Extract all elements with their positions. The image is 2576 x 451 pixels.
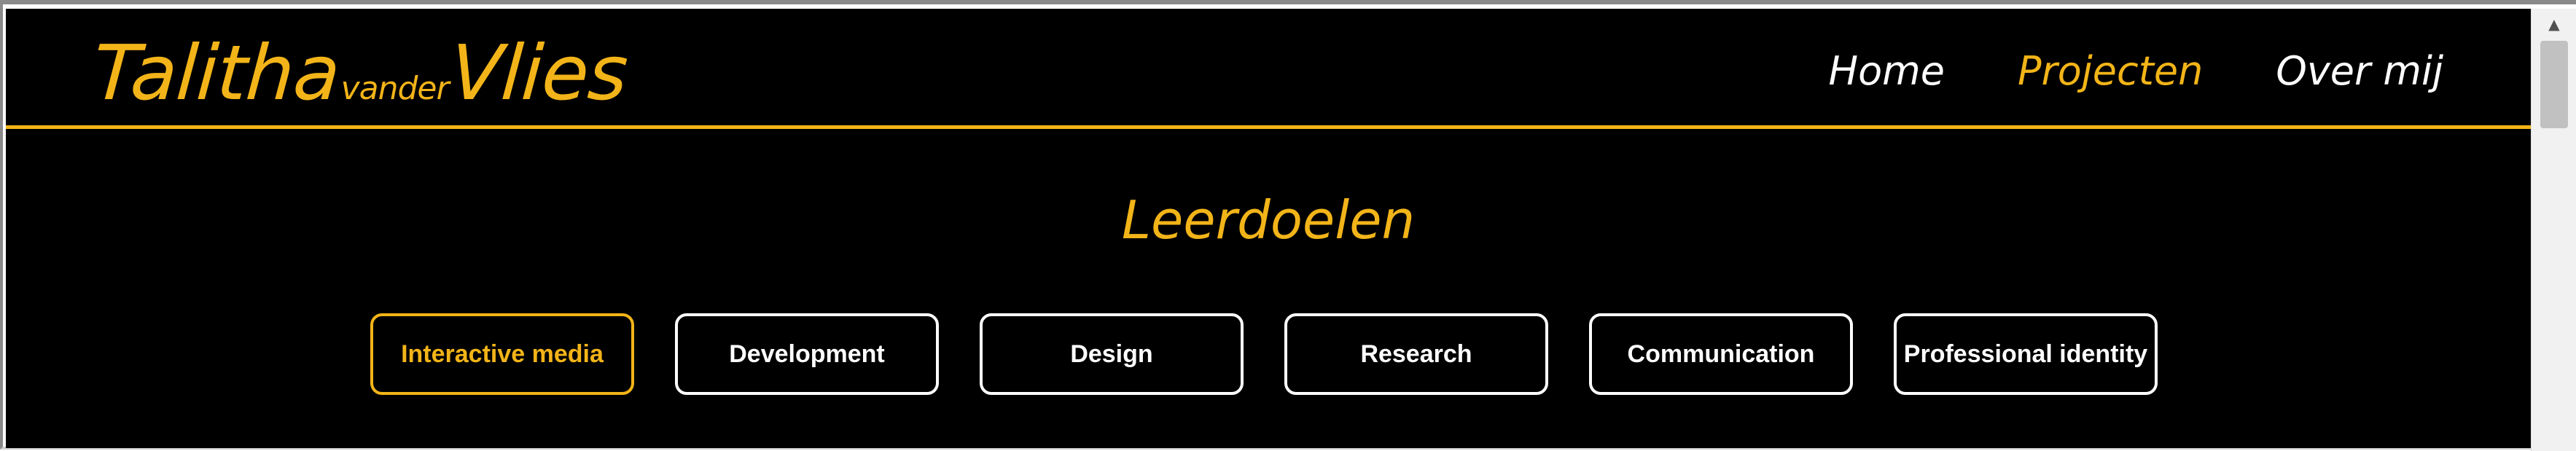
tab-research[interactable]: Research [1284,313,1548,395]
logo-last-name: Vlies [447,28,630,117]
logo-first-name: Talitha [90,28,343,117]
page-title: Leerdoelen [1121,189,1416,251]
nav-link-home[interactable]: Home [1829,45,1945,98]
browser-frame: TalithavanderVlies Home Projecten Over m… [0,0,2576,451]
page: TalithavanderVlies Home Projecten Over m… [6,9,2531,448]
tab-interactive-media[interactable]: Interactive media [370,313,634,395]
site-logo[interactable]: TalithavanderVlies [90,28,630,117]
logo-middle-name: vander [340,70,450,107]
site-header: TalithavanderVlies Home Projecten Over m… [6,9,2531,129]
scroll-up-arrow-icon[interactable]: ▲ [2532,12,2576,36]
vertical-scrollbar[interactable]: ▲ [2531,9,2576,451]
learning-goal-tabs: Interactive media Development Design Res… [370,313,2158,395]
tab-design[interactable]: Design [980,313,1244,395]
scroll-thumb[interactable] [2540,41,2568,128]
tab-development[interactable]: Development [675,313,939,395]
nav-link-projecten[interactable]: Projecten [2018,45,2203,98]
tab-professional-identity[interactable]: Professional identity [1894,313,2158,395]
nav-link-over-mij[interactable]: Over mij [2276,45,2443,98]
main-nav: Home Projecten Over mij [1829,45,2443,98]
tab-communication[interactable]: Communication [1589,313,1853,395]
